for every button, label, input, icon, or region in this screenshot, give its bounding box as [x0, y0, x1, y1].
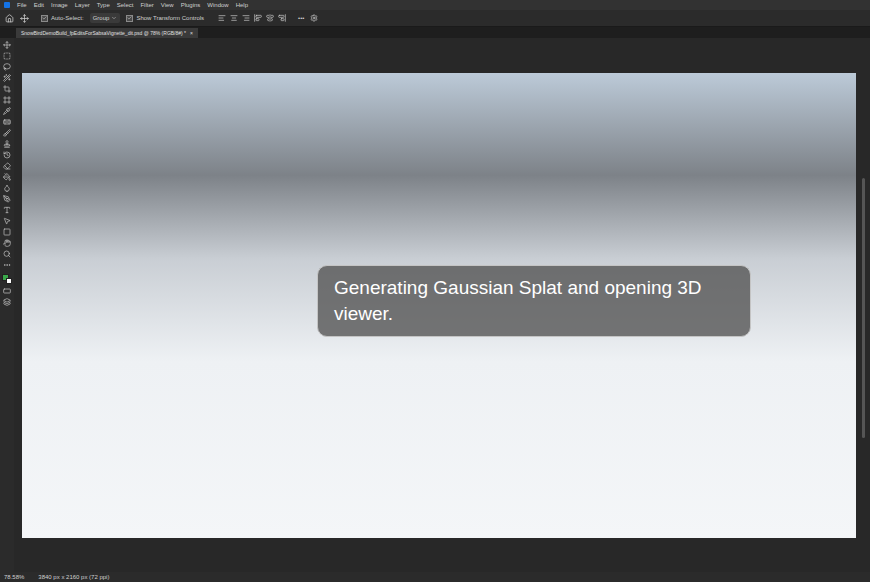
- align-left-icon[interactable]: [218, 14, 226, 22]
- pen-tool-icon[interactable]: [3, 195, 11, 203]
- options-bar: Auto-Select: Group Show Transform Controls…: [0, 10, 870, 27]
- check-icon: [127, 15, 132, 21]
- paint-bucket-icon[interactable]: [3, 173, 11, 181]
- more-button[interactable]: •••: [298, 15, 304, 21]
- group-dropdown[interactable]: Group: [90, 13, 121, 23]
- history-brush-icon[interactable]: [3, 151, 11, 159]
- auto-select-checkbox[interactable]: [41, 15, 48, 22]
- screen-mode-icon[interactable]: [3, 298, 11, 306]
- move-tool-icon[interactable]: [3, 41, 11, 49]
- status-overlay: Generating Gaussian Splat and opening 3D…: [317, 265, 751, 337]
- zoom-tool-icon[interactable]: [3, 250, 11, 258]
- close-tab-button[interactable]: ×: [190, 31, 193, 36]
- magic-wand-tool-icon[interactable]: [3, 74, 11, 82]
- vertical-scrollbar[interactable]: [856, 38, 870, 572]
- document-info: 3840 px x 2160 px (72 ppi): [38, 574, 109, 580]
- canvas-area: Generating Gaussian Splat and opening 3D…: [14, 38, 856, 572]
- hand-tool-icon[interactable]: [3, 239, 11, 247]
- brush-tool-icon[interactable]: [3, 129, 11, 137]
- toolbar: [0, 38, 14, 572]
- blur-tool-icon[interactable]: [3, 184, 11, 192]
- menu-item[interactable]: Select: [117, 2, 134, 8]
- color-swatches[interactable]: [2, 274, 12, 284]
- align-bottom-icon[interactable]: [278, 14, 286, 22]
- menu-item[interactable]: Filter: [140, 2, 153, 8]
- zoom-level[interactable]: 78.58%: [4, 574, 24, 580]
- align-top-icon[interactable]: [254, 14, 262, 22]
- transform-controls-checkbox[interactable]: [126, 15, 133, 22]
- photoshop-window: File Edit Image Layer Type Select Filter View Pl…: [0, 0, 870, 582]
- crop-tool-icon[interactable]: [3, 85, 11, 93]
- path-select-icon[interactable]: [3, 217, 11, 225]
- menu-item[interactable]: Edit: [34, 2, 44, 8]
- align-middle-icon[interactable]: [266, 14, 274, 22]
- align-center-icon[interactable]: [230, 14, 238, 22]
- shape-tool-icon[interactable]: [3, 228, 11, 236]
- menu-item[interactable]: Help: [236, 2, 248, 8]
- tab-row: SnowBirdDemoBuild_fpEditsForSabsaVignett…: [0, 27, 870, 38]
- menu-item[interactable]: Image: [51, 2, 68, 8]
- check-icon: [42, 15, 47, 21]
- healing-tool-icon[interactable]: [3, 118, 11, 126]
- menu-bar: File Edit Image Layer Type Select Filter View Pl…: [0, 0, 870, 10]
- workspace: Generating Gaussian Splat and opening 3D…: [0, 38, 870, 572]
- align-right-icon[interactable]: [242, 14, 250, 22]
- menu-item[interactable]: File: [17, 2, 27, 8]
- menu-item[interactable]: Plugins: [181, 2, 201, 8]
- quick-mask-icon[interactable]: [3, 287, 11, 295]
- transform-controls-label: Show Transform Controls: [136, 15, 204, 21]
- status-bar: 78.58% 3840 px x 2160 px (72 ppi): [0, 572, 870, 582]
- home-icon[interactable]: [5, 14, 14, 23]
- scrollbar-thumb[interactable]: [862, 178, 865, 438]
- app-logo-icon: [4, 2, 10, 8]
- marquee-tool-icon[interactable]: [3, 52, 11, 60]
- menu-item[interactable]: View: [161, 2, 174, 8]
- eraser-tool-icon[interactable]: [3, 162, 11, 170]
- move-icon[interactable]: [20, 14, 29, 23]
- document-image: Generating Gaussian Splat and opening 3D…: [22, 73, 856, 538]
- menu-item[interactable]: Layer: [75, 2, 90, 8]
- menu-item[interactable]: Type: [97, 2, 110, 8]
- document-tab[interactable]: SnowBirdDemoBuild_fpEditsForSabsaVignett…: [16, 28, 198, 38]
- stamp-tool-icon[interactable]: [3, 140, 11, 148]
- gear-icon[interactable]: [310, 14, 318, 22]
- auto-select-label: Auto-Select:: [51, 15, 84, 21]
- type-tool-icon[interactable]: [3, 206, 11, 214]
- background-swatch[interactable]: [6, 278, 12, 284]
- chevron-down-icon: [111, 15, 117, 21]
- eyedropper-tool-icon[interactable]: [3, 107, 11, 115]
- frame-tool-icon[interactable]: [3, 96, 11, 104]
- menu-item[interactable]: Window: [207, 2, 228, 8]
- more-tools-icon[interactable]: [3, 261, 11, 269]
- lasso-tool-icon[interactable]: [3, 63, 11, 71]
